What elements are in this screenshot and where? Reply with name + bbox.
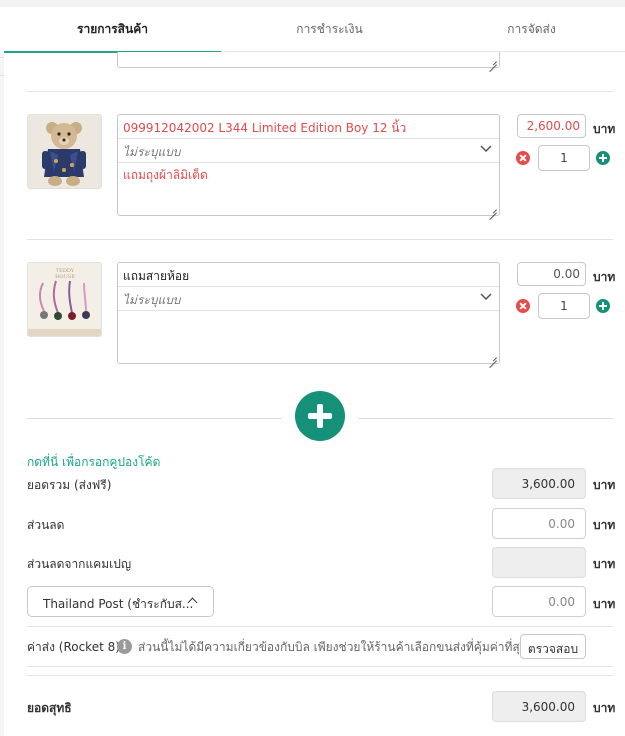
subtotal-label: ยอดรวม (ส่งฟรี) (27, 478, 112, 492)
quantity-input[interactable]: 1 (538, 293, 590, 319)
rocket-shipping-label: ค่าส่ง (Rocket 8) (27, 640, 120, 654)
currency-label: บาท (593, 270, 616, 284)
cart-item: 099912042002 L344 Limited Edition Boy 12… (0, 114, 625, 218)
item-price-input[interactable]: 2,600.00 (517, 114, 586, 138)
item-price-input[interactable]: 0.00 (517, 262, 586, 286)
quantity-stepper: 1 (516, 293, 616, 319)
add-item-row (27, 391, 613, 441)
currency-label: บาท (593, 478, 616, 492)
variant-placeholder: ไม่ระบุแบบ (123, 145, 181, 159)
item-details-box: แถมสายห้อย ไม่ระบุแบบ (117, 262, 500, 364)
section-divider (27, 626, 613, 627)
teddy-bear-product-image (27, 114, 102, 189)
separator-line (27, 418, 282, 419)
add-item-plus-icon[interactable] (295, 391, 345, 441)
resize-handle-icon[interactable] (489, 57, 497, 65)
shipping-fee-input[interactable]: 0.00 (492, 586, 586, 617)
svg-text:HOUSE: HOUSE (55, 274, 75, 280)
quantity-input[interactable]: 1 (538, 145, 590, 171)
cart-item: TEDDY HOUSE แถมสายห้อย ไม่ระบุแบบ 0.00 บ… (0, 262, 625, 366)
campaign-discount-label: ส่วนลดจากแคมเปญ (27, 557, 132, 571)
tab-products[interactable]: รายการสินค้า (4, 7, 221, 53)
chevron-down-icon (480, 293, 492, 301)
subtotal-field: 3,600.00 (492, 468, 586, 499)
campaign-discount-field (492, 547, 586, 578)
gutter-divider (0, 57, 4, 58)
check-shipping-button[interactable]: ตรวจสอบ (520, 634, 586, 659)
teddy-bear-icon (28, 115, 101, 188)
resize-handle-icon[interactable] (489, 353, 497, 361)
gutter-divider (0, 75, 4, 76)
tab-bar: รายการสินค้า การชำระเงิน การจัดส่ง (4, 7, 625, 53)
remove-item-icon[interactable] (516, 151, 530, 165)
item-divider (27, 239, 613, 240)
info-icon[interactable]: i (117, 639, 132, 654)
item-name-input[interactable]: 099912042002 L344 Limited Edition Boy 12… (118, 115, 499, 139)
discount-label: ส่วนลด (27, 518, 65, 532)
item-name-input[interactable]: แถมสายห้อย (118, 263, 499, 287)
resize-handle-icon[interactable] (489, 205, 497, 213)
lanyard-straps-icon: TEDDY HOUSE (28, 263, 101, 336)
currency-label: บาท (593, 557, 616, 571)
net-total-label: ยอดสุทธิ (27, 701, 72, 715)
variant-placeholder: ไม่ระบุแบบ (123, 293, 181, 307)
section-divider (27, 675, 613, 676)
currency-label: บาท (593, 597, 616, 611)
top-spacer (0, 0, 625, 7)
shipping-method-value: Thailand Post (ชำระกับส... (43, 597, 194, 611)
shipping-method-select[interactable]: Thailand Post (ชำระกับส... (27, 586, 214, 617)
currency-label: บาท (593, 518, 616, 532)
remove-item-icon[interactable] (516, 299, 530, 313)
net-total-field: 3,600.00 (492, 691, 586, 722)
separator-line (358, 418, 613, 419)
variant-select[interactable]: ไม่ระบุแบบ (118, 139, 499, 163)
variant-select[interactable]: ไม่ระบุแบบ (118, 287, 499, 311)
chevron-down-icon (480, 145, 492, 153)
item-note-textarea[interactable]: แถมถุงผ้าลิมิเต็ด (123, 166, 208, 185)
currency-label: บาท (593, 122, 616, 136)
currency-label: บาท (593, 701, 616, 715)
tab-shipping[interactable]: การจัดส่ง (438, 7, 625, 52)
increase-quantity-icon[interactable] (596, 151, 610, 165)
discount-input[interactable]: 0.00 (492, 508, 586, 539)
quantity-stepper: 1 (516, 145, 616, 171)
coupon-code-link[interactable]: กดที่นี่ เพื่อกรอกคูปองโค้ด (27, 453, 160, 472)
section-divider (27, 666, 613, 667)
tab-payment[interactable]: การชำระเงิน (221, 7, 438, 52)
item-details-box: 099912042002 L344 Limited Edition Boy 12… (117, 114, 500, 216)
lanyard-straps-product-image: TEDDY HOUSE (27, 262, 102, 337)
rocket-shipping-note: ส่วนนี้ไม่ได้มีความเกี่ยวข้องกับบิล เพีย… (138, 640, 528, 654)
item-divider (27, 91, 613, 92)
increase-quantity-icon[interactable] (596, 299, 610, 313)
previous-item-note-textarea[interactable] (117, 52, 500, 68)
